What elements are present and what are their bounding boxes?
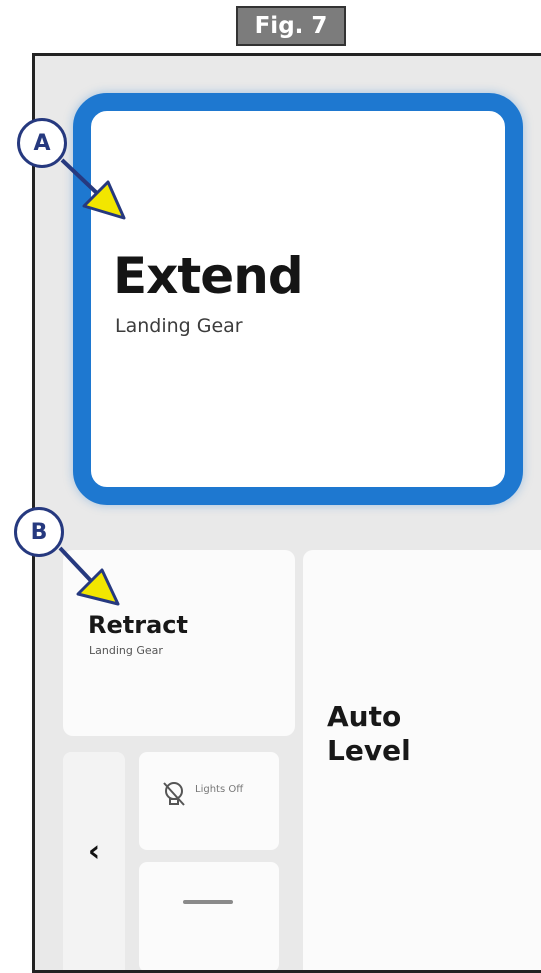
callout-arrows: [58, 158, 126, 606]
callout-a: A: [17, 118, 67, 168]
callout-arrow-b: [58, 546, 120, 606]
callout-arrow-a: [60, 158, 126, 220]
callout-b: B: [14, 507, 64, 557]
